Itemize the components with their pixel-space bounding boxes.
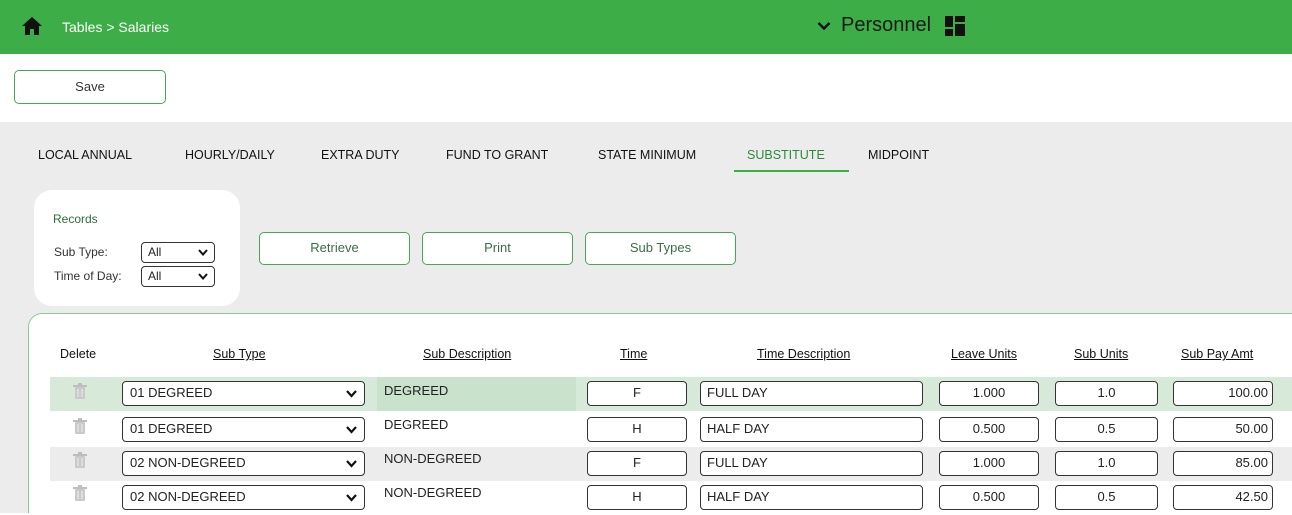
- sub-type-select[interactable]: All: [141, 242, 215, 263]
- sub-type-select[interactable]: 02 NON-DEGREED: [122, 485, 365, 510]
- chevron-down-icon: [346, 426, 357, 434]
- tab-local-annual[interactable]: LOCAL ANNUAL: [38, 148, 132, 162]
- tab-hourly-daily[interactable]: HOURLY/DAILY: [185, 148, 275, 162]
- toolbar: Save: [0, 54, 1292, 122]
- col-sub-units[interactable]: Sub Units: [1074, 347, 1128, 361]
- col-sub-pay-amt[interactable]: Sub Pay Amt: [1181, 347, 1253, 361]
- time-of-day-select-value: All: [148, 269, 162, 283]
- records-title: Records: [53, 212, 98, 226]
- time-description-input[interactable]: FULL DAY: [700, 451, 923, 476]
- sub-type-value: 02 NON-DEGREED: [130, 489, 246, 504]
- sub-type-select-value: All: [148, 245, 162, 259]
- trash-icon[interactable]: [72, 485, 88, 502]
- sub-types-button[interactable]: Sub Types: [585, 232, 736, 265]
- sub-pay-amt-input[interactable]: 85.00: [1173, 451, 1273, 476]
- time-description-input[interactable]: FULL DAY: [700, 381, 923, 406]
- time-of-day-label: Time of Day:: [54, 269, 122, 283]
- sub-type-select[interactable]: 02 NON-DEGREED: [122, 451, 365, 476]
- trash-icon[interactable]: [72, 383, 88, 400]
- tab-midpoint[interactable]: MIDPOINT: [868, 148, 929, 162]
- sub-units-input[interactable]: 1.0: [1055, 381, 1158, 406]
- save-button[interactable]: Save: [14, 70, 166, 104]
- tab-fund-to-grant[interactable]: FUND TO GRANT: [446, 148, 548, 162]
- sub-pay-amt-input[interactable]: 42.50: [1173, 485, 1273, 510]
- time-description-input[interactable]: HALF DAY: [700, 417, 923, 442]
- sub-description: DEGREED: [384, 417, 449, 432]
- tab-substitute[interactable]: SUBSTITUTE: [747, 148, 825, 162]
- sub-units-input[interactable]: 0.5: [1055, 417, 1158, 442]
- records-filter: Records Sub Type: All Time of Day: All: [34, 190, 240, 306]
- sub-units-input[interactable]: 1.0: [1055, 451, 1158, 476]
- dashboard-grid-icon[interactable]: [945, 15, 966, 36]
- sub-type-select[interactable]: 01 DEGREED: [122, 381, 365, 406]
- leave-units-input[interactable]: 1.000: [939, 381, 1039, 406]
- app-switcher[interactable]: Personnel: [817, 14, 966, 37]
- sub-description: NON-DEGREED: [384, 485, 482, 500]
- col-time-description[interactable]: Time Description: [757, 347, 850, 361]
- retrieve-button[interactable]: Retrieve: [259, 232, 410, 265]
- time-input[interactable]: H: [587, 417, 687, 442]
- sub-units-input[interactable]: 0.5: [1055, 485, 1158, 510]
- leave-units-input[interactable]: 0.500: [939, 485, 1039, 510]
- sub-type-value: 02 NON-DEGREED: [130, 455, 246, 470]
- sub-pay-amt-input[interactable]: 100.00: [1173, 381, 1273, 406]
- sub-pay-amt-input[interactable]: 50.00: [1173, 417, 1273, 442]
- chevron-down-icon: [346, 460, 357, 468]
- time-input[interactable]: F: [587, 451, 687, 476]
- chevron-down-icon: [346, 494, 357, 502]
- col-sub-description[interactable]: Sub Description: [423, 347, 511, 361]
- leave-units-input[interactable]: 0.500: [939, 417, 1039, 442]
- sub-type-label: Sub Type:: [54, 245, 108, 259]
- sub-description: NON-DEGREED: [384, 451, 482, 466]
- print-button[interactable]: Print: [422, 232, 573, 265]
- col-time[interactable]: Time: [620, 347, 647, 361]
- sub-type-select[interactable]: 01 DEGREED: [122, 417, 365, 442]
- sub-type-value: 01 DEGREED: [130, 385, 213, 400]
- time-of-day-select[interactable]: All: [141, 266, 215, 287]
- time-input[interactable]: H: [587, 485, 687, 510]
- chevron-down-icon: [346, 390, 357, 398]
- home-icon[interactable]: [21, 16, 43, 36]
- sub-description: DEGREED: [384, 383, 449, 398]
- col-leave-units[interactable]: Leave Units: [951, 347, 1017, 361]
- breadcrumb[interactable]: Tables > Salaries: [62, 19, 169, 35]
- chevron-down-icon: [198, 273, 208, 280]
- chevron-down-icon[interactable]: [817, 21, 831, 31]
- app-name[interactable]: Personnel: [841, 14, 931, 37]
- trash-icon[interactable]: [72, 418, 88, 435]
- sub-type-value: 01 DEGREED: [130, 421, 213, 436]
- time-input[interactable]: F: [587, 381, 687, 406]
- col-sub-type[interactable]: Sub Type: [213, 347, 266, 361]
- top-bar: Tables > Salaries Personnel: [0, 0, 1292, 54]
- chevron-down-icon: [198, 249, 208, 256]
- col-delete: Delete: [60, 347, 97, 361]
- leave-units-input[interactable]: 1.000: [939, 451, 1039, 476]
- tab-state-minimum[interactable]: STATE MINIMUM: [598, 148, 696, 162]
- active-tab-indicator: [734, 170, 849, 172]
- tab-extra-duty[interactable]: EXTRA DUTY: [321, 148, 400, 162]
- trash-icon[interactable]: [72, 452, 88, 469]
- time-description-input[interactable]: HALF DAY: [700, 485, 923, 510]
